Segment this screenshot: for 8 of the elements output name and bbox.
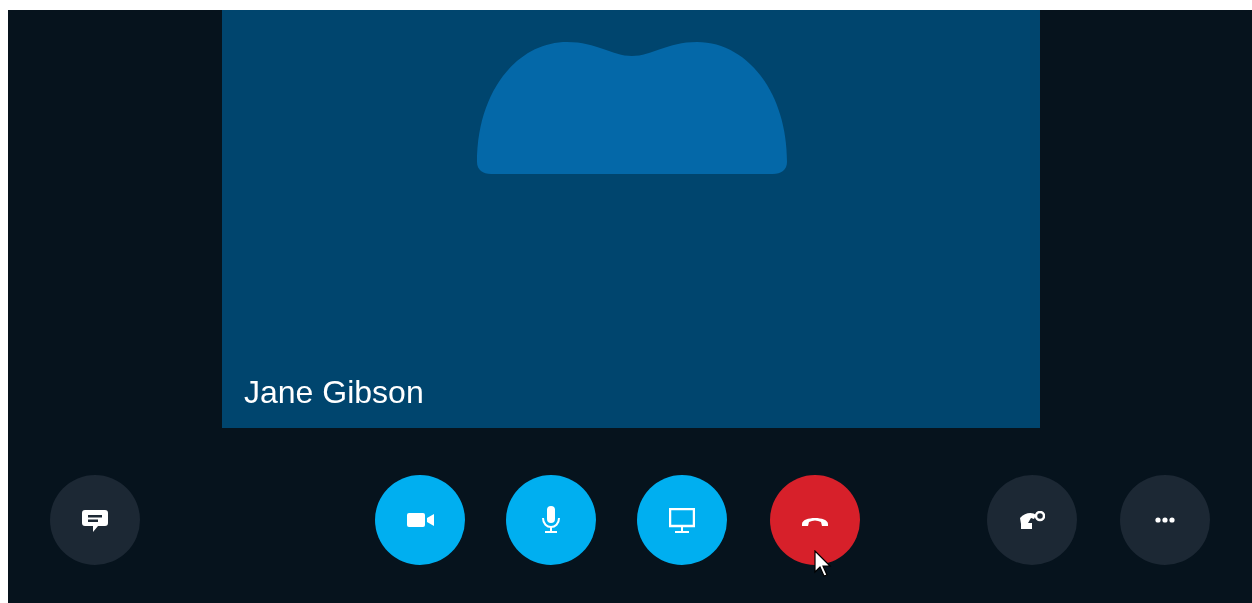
chat-bubble-icon (81, 507, 109, 533)
participant-name: Jane Gibson (243, 376, 425, 412)
monitor-icon (669, 507, 695, 533)
cursor-icon (814, 550, 832, 578)
microphone-icon (541, 506, 561, 534)
avatar-silhouette-icon (477, 42, 787, 174)
video-camera-icon (406, 511, 434, 529)
ellipsis-icon (1155, 517, 1175, 523)
